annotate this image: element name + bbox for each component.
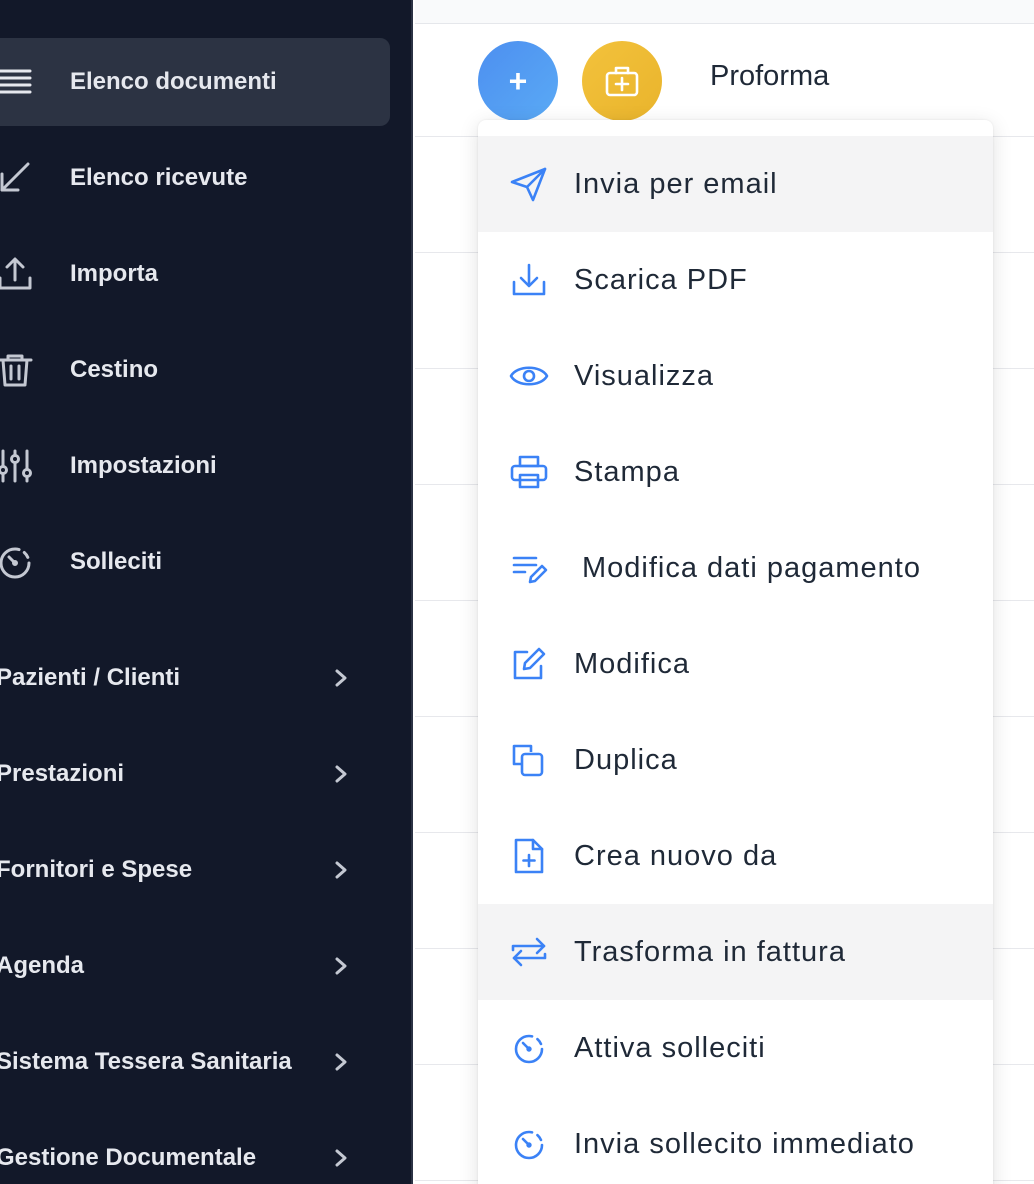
menu-item-invia-sollecito-immediato[interactable]: Invia sollecito immediato	[478, 1096, 993, 1184]
sidebar-group-agenda[interactable]: Agenda	[0, 922, 390, 1010]
menu-item-label: Duplica	[574, 744, 678, 776]
menu-item-label: Invia per email	[574, 168, 778, 200]
sidebar-group-gestione-documentale[interactable]: Gestione Documentale	[0, 1114, 390, 1184]
sidebar-item-label: Impostazioni	[70, 452, 217, 479]
sliders-icon	[0, 449, 32, 483]
chevron-right-icon	[335, 861, 347, 879]
chevron-right-icon	[335, 1149, 347, 1167]
menu-item-label: Attiva solleciti	[574, 1032, 766, 1064]
menu-item-stampa[interactable]: Stampa	[478, 424, 993, 520]
menu-item-label: Crea nuovo da	[574, 840, 778, 872]
list-icon	[0, 69, 32, 94]
sidebar-group-label: Sistema Tessera Sanitaria	[0, 1048, 292, 1075]
sidebar-item-label: Elenco ricevute	[70, 164, 248, 191]
sidebar-group-fornitori-spese[interactable]: Fornitori e Spese	[0, 826, 390, 914]
top-bar	[415, 0, 1034, 24]
sidebar-item-elenco-documenti[interactable]: Elenco documenti	[0, 38, 390, 126]
menu-item-label: Invia sollecito immediato	[574, 1128, 915, 1160]
sidebar-group-label: Gestione Documentale	[0, 1144, 257, 1171]
sidebar-item-importa[interactable]: Importa	[0, 230, 390, 318]
timer-icon	[514, 1130, 544, 1160]
add-button[interactable]: +	[478, 41, 558, 121]
menu-item-label: Modifica dati pagamento	[582, 552, 921, 584]
arrow-down-left-icon	[0, 162, 30, 192]
menu-item-duplica[interactable]: Duplica	[478, 712, 993, 808]
actions-menu: Invia per email Scarica PDF Visualizza S…	[478, 120, 993, 1184]
sidebar: Elenco documenti Elenco ricevute Importa…	[0, 0, 413, 1184]
sidebar-group-label: Agenda	[0, 952, 85, 979]
send-icon	[510, 167, 547, 202]
sidebar-item-cestino[interactable]: Cestino	[0, 326, 390, 414]
chevron-right-icon	[335, 1053, 347, 1071]
sidebar-item-label: Cestino	[70, 356, 159, 383]
medical-kit-icon	[605, 66, 639, 97]
menu-item-label: Stampa	[574, 456, 680, 488]
menu-item-label: Modifica	[574, 648, 690, 680]
menu-item-trasforma-in-fattura[interactable]: Trasforma in fattura	[478, 904, 993, 1000]
file-plus-icon	[514, 838, 544, 874]
sidebar-item-label: Elenco documenti	[70, 68, 277, 95]
menu-item-label: Trasforma in fattura	[574, 936, 846, 968]
timer-icon	[514, 1034, 544, 1064]
printer-icon	[510, 455, 548, 489]
sidebar-item-elenco-ricevute[interactable]: Elenco ricevute	[0, 134, 390, 222]
sidebar-group-label: Fornitori e Spese	[0, 856, 193, 883]
chevron-right-icon	[335, 669, 347, 687]
sidebar-group-label: Pazienti / Clienti	[0, 664, 181, 691]
document-type-label: Proforma	[710, 60, 830, 92]
eye-icon	[509, 366, 549, 386]
menu-item-crea-nuovo-da[interactable]: Crea nuovo da	[478, 808, 993, 904]
sidebar-item-solleciti[interactable]: Solleciti	[0, 518, 390, 606]
add-label: +	[508, 62, 528, 99]
upload-icon	[0, 257, 32, 290]
chevron-right-icon	[335, 957, 347, 975]
sidebar-item-label: Importa	[70, 260, 159, 287]
pencil-square-icon	[513, 647, 546, 680]
menu-item-scarica-pdf[interactable]: Scarica PDF	[478, 232, 993, 328]
menu-item-invia-email[interactable]: Invia per email	[478, 136, 993, 232]
menu-item-attiva-solleciti[interactable]: Attiva solleciti	[478, 1000, 993, 1096]
timer-icon	[0, 547, 31, 579]
sidebar-item-label: Solleciti	[70, 548, 163, 575]
medical-kit-button[interactable]	[582, 41, 662, 121]
chevron-right-icon	[335, 765, 347, 783]
copy-icon	[512, 744, 544, 777]
menu-item-visualizza[interactable]: Visualizza	[478, 328, 993, 424]
menu-item-label: Scarica PDF	[574, 264, 748, 296]
edit-list-icon	[512, 556, 548, 584]
trash-icon	[0, 354, 33, 387]
download-icon	[512, 263, 546, 296]
menu-item-modifica-dati-pagamento[interactable]: Modifica dati pagamento	[478, 520, 993, 616]
swap-icon	[511, 937, 547, 967]
menu-item-modifica[interactable]: Modifica	[478, 616, 993, 712]
sidebar-group-sistema-tessera-sanitaria[interactable]: Sistema Tessera Sanitaria	[0, 1018, 390, 1106]
sidebar-group-label: Prestazioni	[0, 760, 125, 787]
sidebar-group-prestazioni[interactable]: Prestazioni	[0, 730, 390, 818]
sidebar-group-pazienti-clienti[interactable]: Pazienti / Clienti	[0, 634, 390, 722]
menu-item-label: Visualizza	[574, 360, 715, 392]
sidebar-item-impostazioni[interactable]: Impostazioni	[0, 422, 390, 510]
